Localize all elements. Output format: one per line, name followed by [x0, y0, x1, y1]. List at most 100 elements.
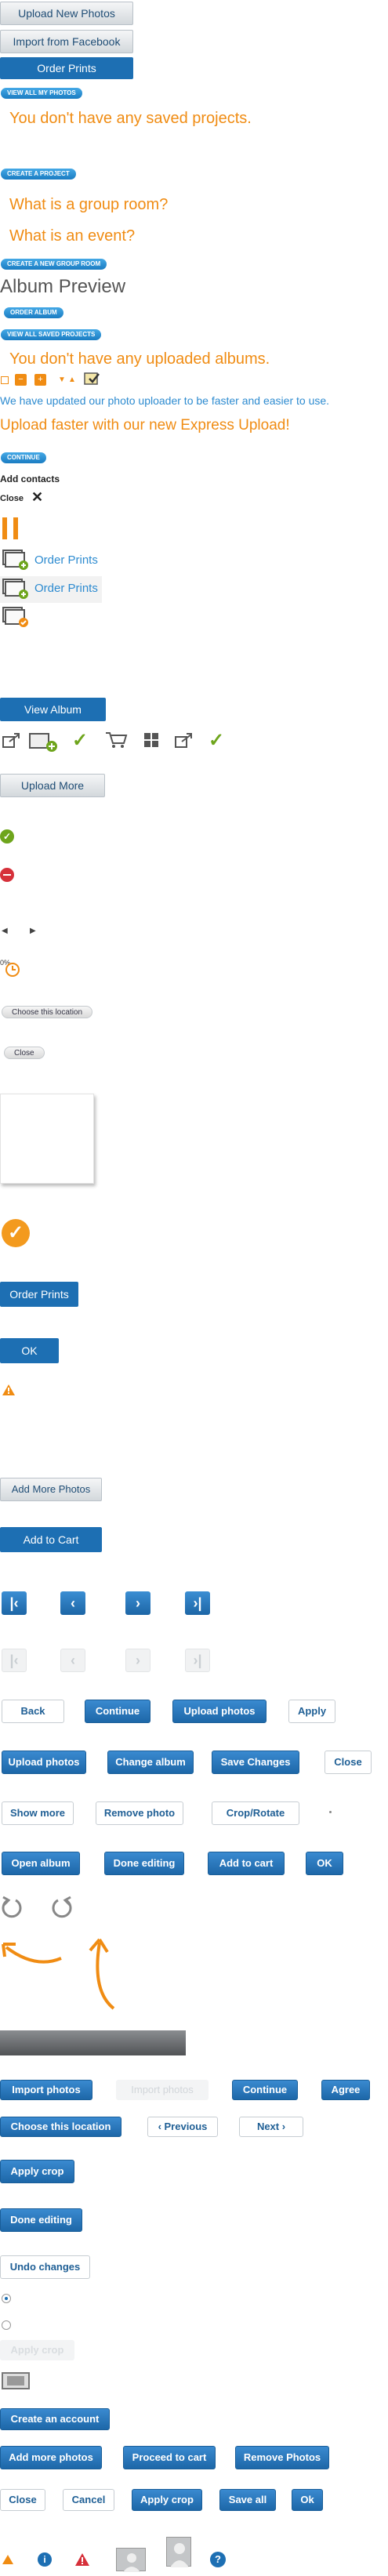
- last-page-button[interactable]: ›|: [185, 1591, 210, 1615]
- remove-photos-button[interactable]: Remove Photos: [235, 2446, 329, 2469]
- last-page-button-disabled[interactable]: ›|: [185, 1649, 210, 1672]
- create-account-button[interactable]: Create an account: [0, 2408, 110, 2430]
- apply-crop-button[interactable]: Apply crop: [0, 2160, 74, 2183]
- ok-button-2[interactable]: OK: [306, 1852, 343, 1875]
- curved-arrow-left-icon: [0, 1936, 63, 1968]
- photo-stack-check-icon: [2, 606, 29, 628]
- order-prints-link-1[interactable]: Order Prints: [34, 553, 98, 567]
- checkmark-icon: ✓: [72, 730, 89, 751]
- save-all-button[interactable]: Save all: [219, 2489, 276, 2511]
- caret-down-icon[interactable]: ▼: [58, 376, 66, 384]
- upload-photos-button-2[interactable]: Upload photos: [2, 1751, 86, 1774]
- ok-button-3[interactable]: Ok: [292, 2489, 323, 2511]
- radio-selected[interactable]: [2, 2294, 11, 2303]
- back-button[interactable]: Back: [2, 1700, 64, 1723]
- add-to-cart-button-2[interactable]: Add to cart: [208, 1852, 285, 1875]
- add-more-photos-button-2[interactable]: Add more photos: [0, 2446, 102, 2469]
- crop-rotate-button[interactable]: Crop/Rotate: [212, 1801, 299, 1825]
- help-icon[interactable]: ?: [210, 2552, 226, 2567]
- order-album-button[interactable]: ORDER ALBUM: [4, 307, 63, 318]
- share-icon-2[interactable]: [174, 731, 194, 749]
- change-album-button[interactable]: Change album: [107, 1751, 194, 1774]
- rotate-left-icon[interactable]: [0, 1896, 24, 1919]
- save-changes-button[interactable]: Save Changes: [212, 1751, 299, 1774]
- view-saved-projects-button[interactable]: VIEW ALL SAVED PROJECTS: [1, 329, 102, 340]
- cart-icon[interactable]: [104, 731, 128, 749]
- create-project-button[interactable]: CREATE A PROJECT: [1, 169, 76, 180]
- view-album-button[interactable]: View Album: [0, 698, 106, 721]
- previous-button[interactable]: ‹ Previous: [147, 2117, 218, 2137]
- continue-button-2[interactable]: Continue: [232, 2080, 298, 2100]
- what-is-group-room-link[interactable]: What is a group room?: [9, 196, 168, 214]
- success-check-icon: ✓: [0, 829, 14, 844]
- order-prints-link-2[interactable]: Order Prints: [34, 582, 98, 595]
- next-page-button[interactable]: ›: [125, 1591, 150, 1615]
- avatar-placeholder-icon-2: [166, 2537, 191, 2567]
- arrow-right-icon[interactable]: ▶: [30, 927, 36, 935]
- next-button[interactable]: Next ›: [239, 2117, 303, 2137]
- continue-button[interactable]: Continue: [85, 1700, 150, 1723]
- checkbox-icon[interactable]: [1, 376, 9, 384]
- close-icon[interactable]: ✕: [31, 489, 43, 506]
- minus-box-icon[interactable]: −: [15, 374, 27, 386]
- curved-arrow-up-icon: [82, 1936, 121, 2011]
- agree-button[interactable]: Agree: [321, 2080, 370, 2100]
- share-icon[interactable]: [2, 731, 22, 749]
- express-upload-message[interactable]: Upload faster with our new Express Uploa…: [0, 417, 290, 434]
- apply-crop-button-disabled[interactable]: Apply crop: [0, 2340, 74, 2360]
- close-button[interactable]: Close: [325, 1751, 372, 1774]
- choose-location-small-button[interactable]: Choose this location: [2, 1006, 93, 1018]
- close-button-2[interactable]: Close: [0, 2489, 45, 2511]
- upload-more-button[interactable]: Upload More: [0, 774, 105, 797]
- done-editing-button[interactable]: Done editing: [104, 1852, 184, 1875]
- close-label[interactable]: Close: [0, 494, 24, 503]
- remove-photo-button[interactable]: Remove photo: [96, 1801, 183, 1825]
- order-prints-button[interactable]: Order Prints: [0, 57, 133, 79]
- checkmark-icon-2: ✓: [209, 730, 225, 751]
- create-group-room-button[interactable]: CREATE A NEW GROUP ROOM: [1, 259, 107, 270]
- proceed-to-cart-button[interactable]: Proceed to cart: [123, 2446, 216, 2469]
- pause-icon-bar-left[interactable]: [2, 517, 7, 539]
- choose-location-button[interactable]: Choose this location: [0, 2117, 121, 2137]
- upload-photos-button[interactable]: Upload photos: [172, 1700, 267, 1723]
- import-photos-button-disabled[interactable]: Import photos: [116, 2080, 209, 2100]
- apply-crop-button-2[interactable]: Apply crop: [132, 2489, 202, 2511]
- pause-icon-bar-right[interactable]: [13, 517, 18, 539]
- caret-up-icon[interactable]: ▲: [68, 376, 76, 384]
- continue-pill-button[interactable]: CONTINUE: [1, 452, 46, 463]
- previous-page-button-disabled[interactable]: ‹: [60, 1649, 85, 1672]
- cancel-button[interactable]: Cancel: [63, 2489, 114, 2511]
- warning-icon: [2, 1384, 16, 1396]
- done-editing-button-2[interactable]: Done editing: [0, 2208, 82, 2232]
- filmstrip-icon: [2, 2371, 30, 2390]
- apply-button[interactable]: Apply: [288, 1700, 335, 1723]
- import-from-facebook-button[interactable]: Import from Facebook: [0, 30, 133, 53]
- no-uploaded-albums-message: You don't have any uploaded albums.: [9, 350, 270, 368]
- what-is-event-link[interactable]: What is an event?: [9, 227, 135, 245]
- order-prints-button-2[interactable]: Order Prints: [0, 1282, 78, 1307]
- photo-add-icon[interactable]: [28, 731, 60, 753]
- add-more-photos-button[interactable]: Add More Photos: [0, 1478, 102, 1501]
- first-page-button[interactable]: |‹: [2, 1591, 27, 1615]
- rotate-right-icon[interactable]: [50, 1896, 74, 1919]
- import-photos-button[interactable]: Import photos: [0, 2080, 92, 2100]
- open-album-button[interactable]: Open album: [2, 1852, 80, 1875]
- ok-button[interactable]: OK: [0, 1338, 59, 1363]
- grid-icon[interactable]: [143, 732, 159, 748]
- upload-new-photos-button[interactable]: Upload New Photos: [0, 2, 133, 25]
- plus-box-icon[interactable]: +: [34, 374, 46, 386]
- previous-page-button[interactable]: ‹: [60, 1591, 85, 1615]
- view-all-photos-button[interactable]: VIEW ALL MY PHOTOS: [1, 88, 82, 99]
- blank-photo-card: [0, 1094, 94, 1184]
- radio-unselected[interactable]: [2, 2320, 11, 2330]
- uploader-update-message: We have updated our photo uploader to be…: [0, 394, 330, 407]
- add-to-cart-button[interactable]: Add to Cart: [0, 1527, 102, 1552]
- undo-changes-button[interactable]: Undo changes: [0, 2255, 90, 2279]
- close-small-button[interactable]: Close: [4, 1047, 45, 1059]
- error-minus-icon: [0, 868, 14, 882]
- arrow-left-icon[interactable]: ◀: [2, 927, 8, 935]
- show-more-button[interactable]: Show more: [2, 1801, 74, 1825]
- info-icon[interactable]: i: [38, 2552, 52, 2567]
- first-page-button-disabled[interactable]: |‹: [2, 1649, 27, 1672]
- next-page-button-disabled[interactable]: ›: [125, 1649, 150, 1672]
